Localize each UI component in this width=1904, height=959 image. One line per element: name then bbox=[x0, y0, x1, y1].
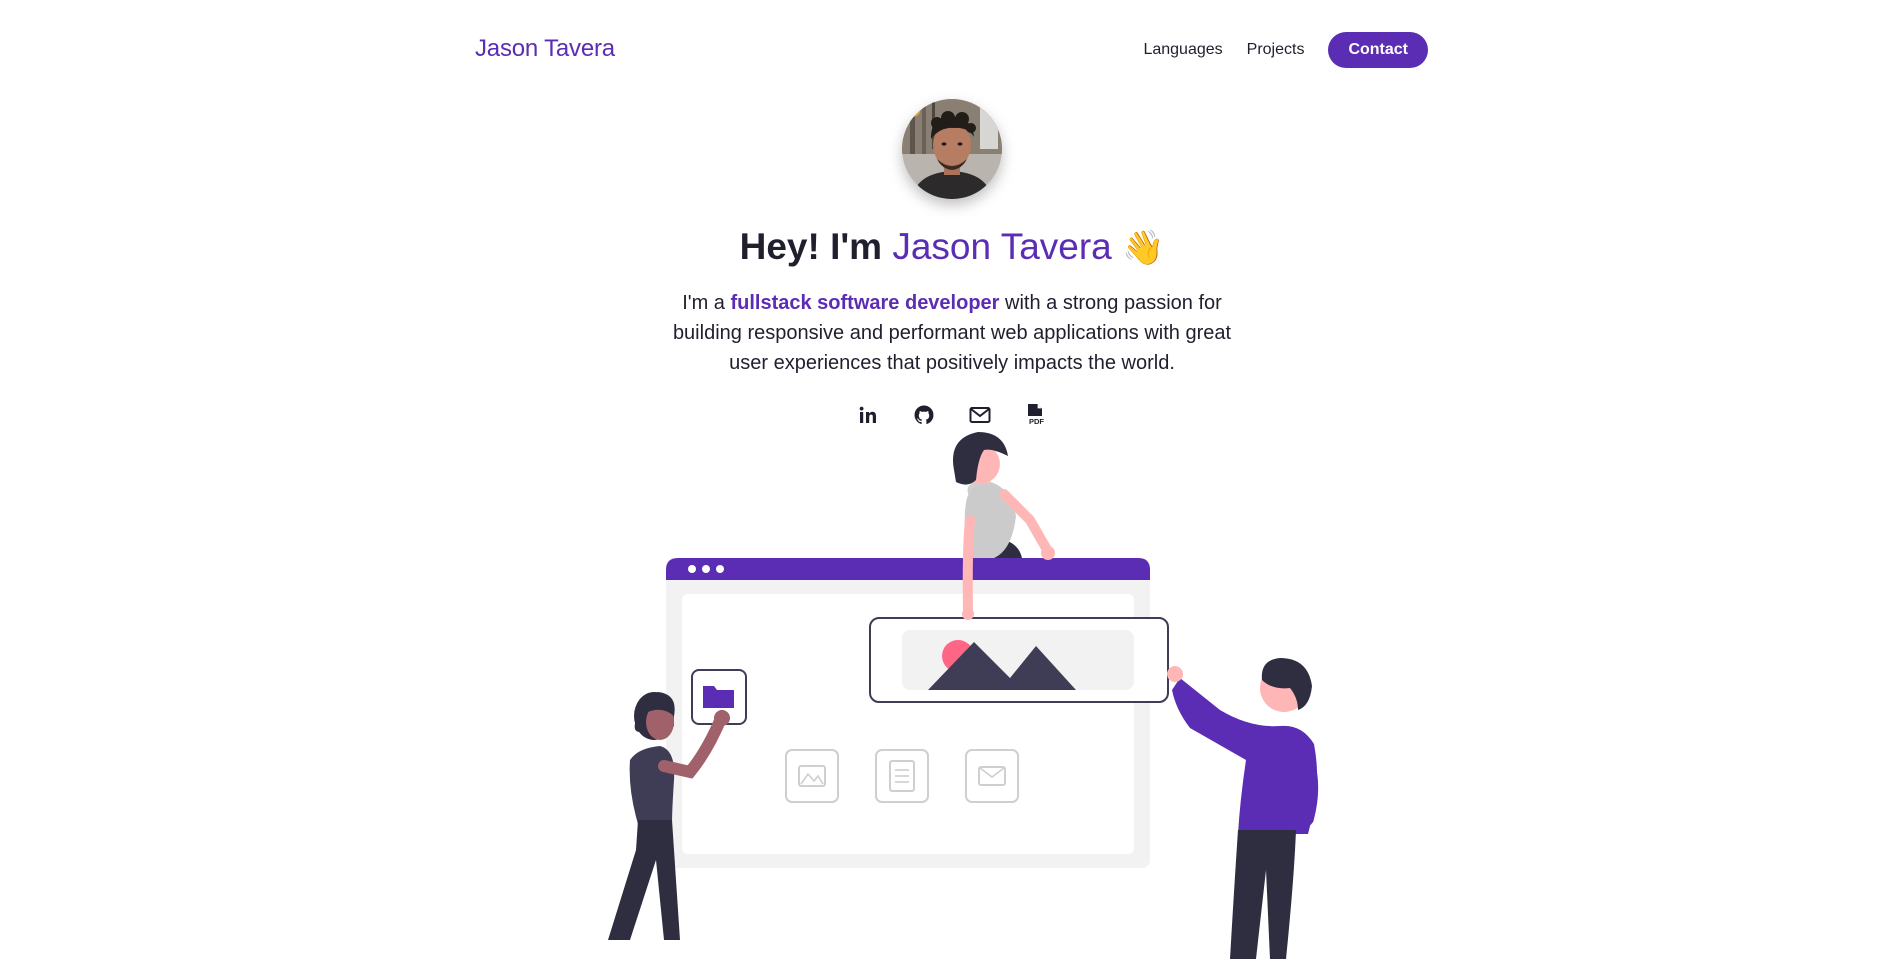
nav-link-languages[interactable]: Languages bbox=[1143, 41, 1222, 59]
nav-link-projects[interactable]: Projects bbox=[1247, 41, 1305, 59]
image-tile-icon bbox=[785, 749, 839, 803]
hero-heading: Hey! I'm Jason Tavera 👋 bbox=[0, 226, 1904, 268]
image-card-graphic bbox=[869, 617, 1169, 703]
hero-desc-pre: I'm a bbox=[682, 292, 731, 314]
man-pointing-figure bbox=[1167, 658, 1319, 959]
brand-logo-link[interactable]: Jason Tavera bbox=[475, 35, 615, 63]
nav-links: Languages Projects Contact bbox=[1143, 32, 1428, 68]
hero-illustration bbox=[608, 432, 1319, 959]
profile-photo bbox=[902, 99, 1002, 199]
hero-desc-highlight: fullstack software developer bbox=[730, 292, 1000, 314]
waving-hand-icon: 👋 bbox=[1122, 229, 1165, 267]
top-navbar: Jason Tavera Languages Projects Contact bbox=[0, 0, 1904, 100]
mail-tile-icon bbox=[965, 749, 1019, 803]
contact-button[interactable]: Contact bbox=[1328, 32, 1428, 68]
hero-title-prefix: Hey! I'm bbox=[739, 226, 893, 267]
hero-description: I'm a fullstack software developer with … bbox=[652, 288, 1252, 378]
document-tile-icon bbox=[875, 749, 929, 803]
hero-title-name: Jason Tavera bbox=[892, 226, 1112, 267]
avatar bbox=[902, 99, 1002, 199]
